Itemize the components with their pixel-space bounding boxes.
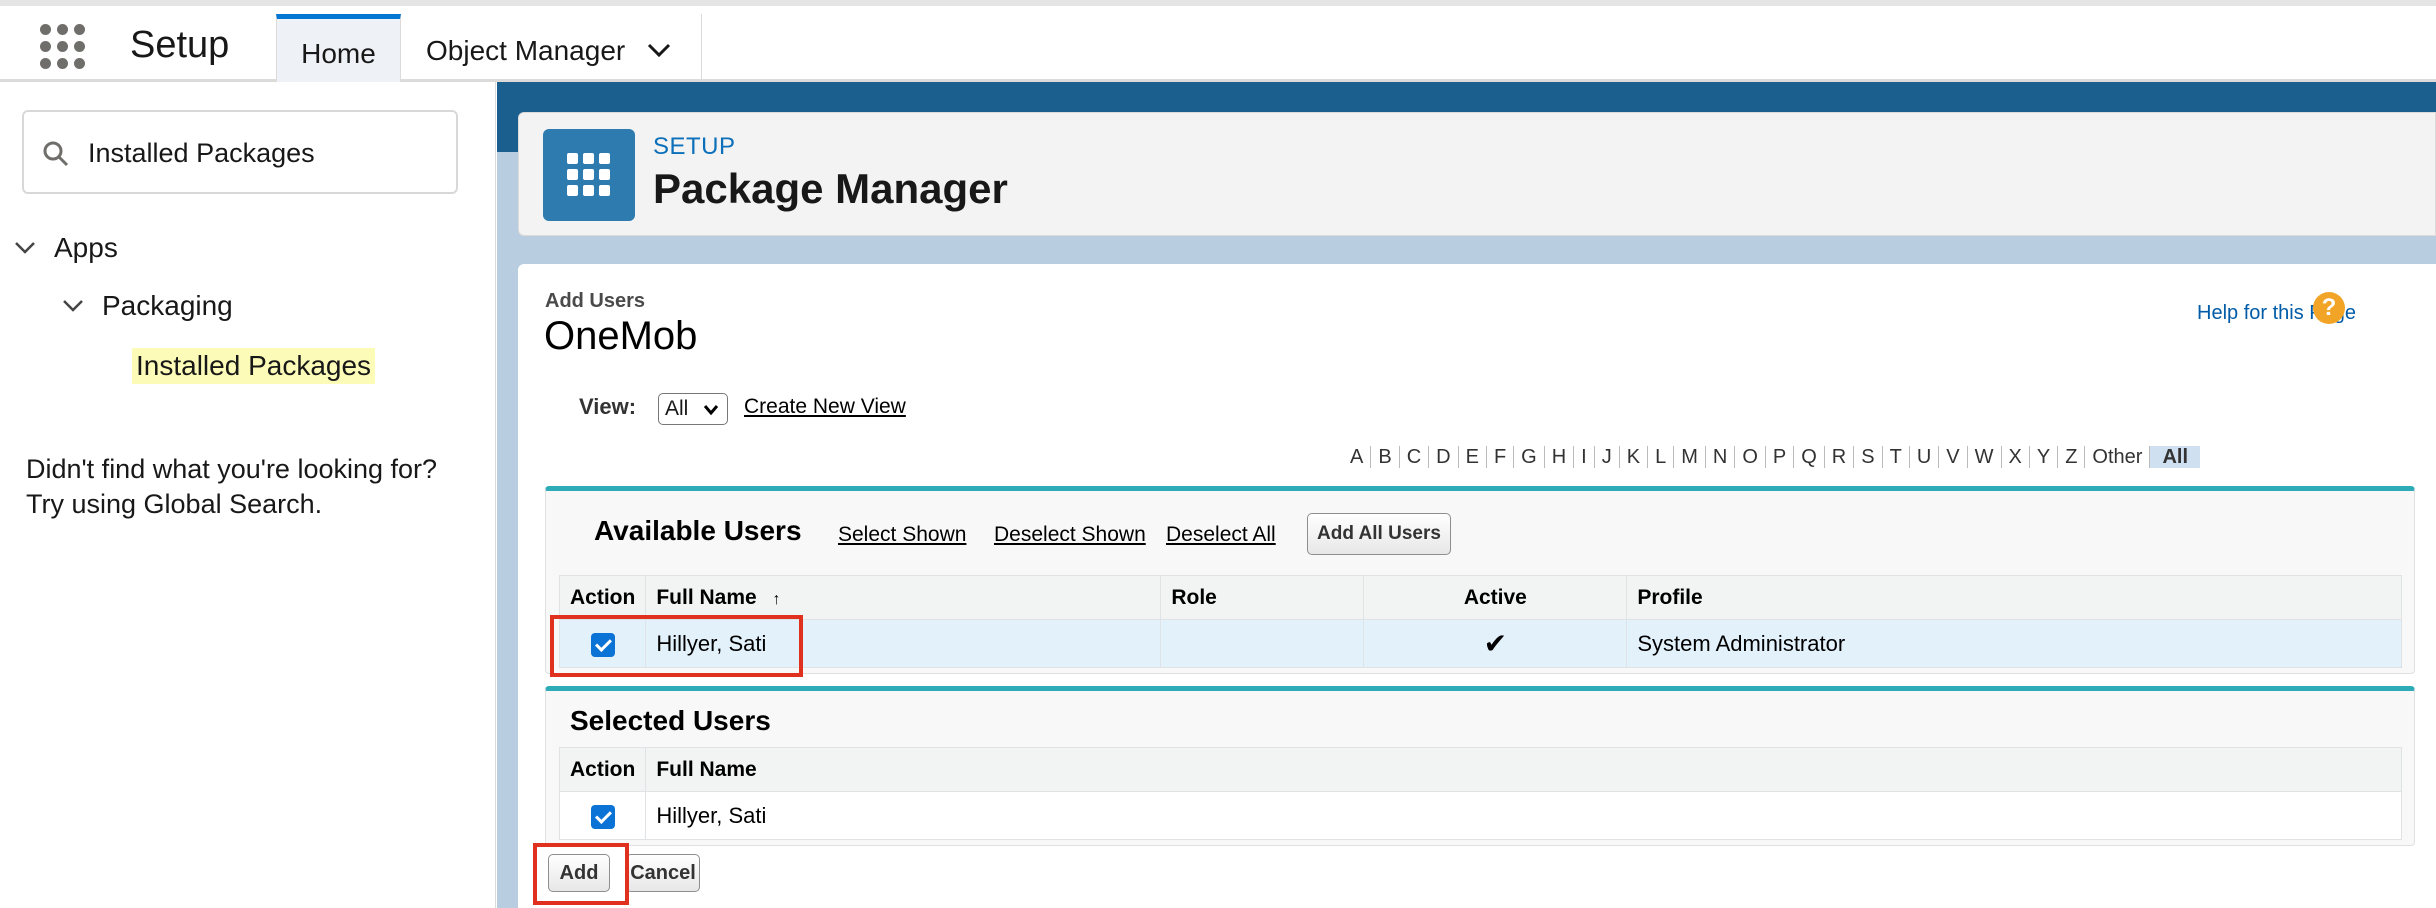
column-header-action: Action: [558, 575, 647, 620]
tab-object-manager-label: Object Manager: [426, 35, 626, 66]
chevron-down-icon[interactable]: [62, 298, 84, 314]
setup-sidebar: Installed Packages Apps Packaging Instal…: [0, 82, 496, 908]
column-header-full-name-label: Full Name: [656, 585, 757, 609]
highlight-box-user-row: [550, 615, 803, 677]
tab-object-manager[interactable]: Object Manager: [402, 14, 702, 88]
chevron-down-icon: [703, 405, 719, 416]
table-header-row: Action Full Name: [558, 747, 2402, 792]
row-profile: System Administrator: [1626, 619, 2402, 668]
app-title: Setup: [130, 24, 230, 66]
alphabet-filter-b[interactable]: B: [1370, 446, 1398, 468]
deselect-all-link[interactable]: Deselect All: [1166, 523, 1276, 547]
tab-home[interactable]: Home: [276, 14, 401, 88]
table-row[interactable]: Hillyer, Sati ✔ System Administrator: [558, 619, 2402, 668]
page-header: SETUP Package Manager: [518, 112, 2436, 236]
alphabet-filter-d[interactable]: D: [1428, 446, 1457, 468]
selected-users-panel: Selected Users Action Full Name Hillyer,…: [545, 686, 2415, 846]
alphabet-filter-f[interactable]: F: [1485, 446, 1513, 468]
alphabet-filter-other[interactable]: Other: [2084, 446, 2149, 468]
column-header-full-name[interactable]: Full Name ↑: [645, 575, 1162, 620]
page-title: Package Manager: [653, 165, 1008, 212]
chevron-down-icon[interactable]: [14, 240, 36, 256]
table-row[interactable]: Hillyer, Sati: [558, 791, 2402, 840]
alphabet-filter: A B C D E F G H I J K L M N O P Q R S T U V W X Y Z Other All: [1343, 446, 2200, 468]
view-select-value: All: [665, 397, 689, 420]
global-search-hint: Didn't find what you're looking for? Try…: [26, 452, 486, 522]
alphabet-filter-g[interactable]: G: [1513, 446, 1544, 468]
quick-find-search-input[interactable]: Installed Packages: [22, 110, 458, 194]
alphabet-filter-u[interactable]: U: [1908, 446, 1938, 468]
alphabet-filter-p[interactable]: P: [1764, 446, 1793, 468]
sort-ascending-icon: ↑: [772, 590, 781, 608]
cancel-button[interactable]: Cancel: [626, 854, 700, 892]
tree-item-apps-label: Apps: [54, 232, 118, 263]
alphabet-filter-c[interactable]: C: [1398, 446, 1428, 468]
global-search-hint-line1: Didn't find what you're looking for?: [26, 454, 438, 484]
column-header-full-name: Full Name: [645, 747, 2402, 792]
alphabet-filter-k[interactable]: K: [1618, 446, 1647, 468]
alphabet-filter-x[interactable]: X: [2000, 446, 2029, 468]
tree-item-packaging-label: Packaging: [102, 290, 233, 321]
selected-users-table: Action Full Name Hillyer, Sati: [558, 747, 2402, 840]
alphabet-filter-s[interactable]: S: [1853, 446, 1881, 468]
available-users-title: Available Users: [594, 515, 802, 546]
tab-home-label: Home: [301, 37, 376, 69]
tree-item-installed-packages[interactable]: Installed Packages: [132, 348, 376, 384]
create-new-view-link[interactable]: Create New View: [744, 395, 906, 419]
alphabet-filter-i[interactable]: I: [1573, 446, 1594, 468]
alphabet-filter-m[interactable]: M: [1673, 446, 1705, 468]
alphabet-filter-r[interactable]: R: [1823, 446, 1853, 468]
tree-item-apps[interactable]: Apps: [14, 230, 118, 266]
row-role: [1160, 619, 1365, 668]
alphabet-filter-e[interactable]: E: [1457, 446, 1486, 468]
search-input-value: Installed Packages: [88, 138, 315, 168]
app-launcher-icon[interactable]: [38, 22, 88, 72]
content-panel: Add Users OneMob Help for this Page ? Vi…: [518, 264, 2436, 908]
deselect-shown-link[interactable]: Deselect Shown: [994, 523, 1146, 547]
active-check-icon: ✔: [1363, 619, 1628, 668]
add-all-users-button[interactable]: Add All Users: [1307, 513, 1451, 555]
alphabet-filter-o[interactable]: O: [1734, 446, 1765, 468]
package-name: OneMob: [544, 314, 698, 358]
alphabet-filter-q[interactable]: Q: [1793, 446, 1824, 468]
alphabet-filter-v[interactable]: V: [1938, 446, 1966, 468]
app-grid-icon: [543, 129, 635, 221]
row-full-name: Hillyer, Sati: [645, 791, 2402, 840]
column-header-role[interactable]: Role: [1160, 575, 1365, 620]
alphabet-filter-all[interactable]: All: [2149, 446, 2200, 468]
alphabet-filter-t[interactable]: T: [1881, 446, 1909, 468]
column-header-action: Action: [558, 747, 647, 792]
row-action-cell: [558, 791, 647, 840]
view-label: View:: [579, 394, 637, 419]
global-header: Setup Home Object Manager: [0, 0, 2436, 88]
table-header-row: Action Full Name ↑ Role Active Profile: [558, 575, 2402, 620]
alphabet-filter-y[interactable]: Y: [2028, 446, 2057, 468]
view-select[interactable]: All: [658, 393, 728, 425]
page-subtitle: Add Users: [545, 290, 646, 312]
alphabet-filter-h[interactable]: H: [1543, 446, 1573, 468]
chevron-down-icon[interactable]: [646, 40, 672, 60]
tree-item-packaging[interactable]: Packaging: [62, 288, 233, 324]
alphabet-filter-j[interactable]: J: [1593, 446, 1619, 468]
alphabet-filter-a[interactable]: A: [1343, 446, 1370, 468]
search-icon: [43, 141, 69, 167]
selected-users-title: Selected Users: [570, 705, 771, 736]
main-area: SETUP Package Manager Add Users OneMob H…: [497, 82, 2436, 908]
available-users-panel: Available Users Select Shown Deselect Sh…: [545, 486, 2415, 674]
column-header-profile[interactable]: Profile: [1626, 575, 2402, 620]
alphabet-filter-w[interactable]: W: [1966, 446, 2001, 468]
help-icon[interactable]: ?: [2313, 292, 2345, 324]
alphabet-filter-l[interactable]: L: [1647, 446, 1673, 468]
alphabet-filter-z[interactable]: Z: [2057, 446, 2084, 468]
available-users-table: Action Full Name ↑ Role Active Profile H…: [558, 575, 2402, 668]
selected-user-checkbox[interactable]: [590, 804, 615, 829]
global-search-hint-line2: Try using Global Search.: [26, 489, 323, 519]
alphabet-filter-n[interactable]: N: [1704, 446, 1734, 468]
highlight-box-add-button: [533, 843, 629, 905]
column-header-active[interactable]: Active: [1363, 575, 1628, 620]
select-shown-link[interactable]: Select Shown: [838, 523, 966, 547]
page-eyebrow: SETUP: [653, 133, 736, 160]
